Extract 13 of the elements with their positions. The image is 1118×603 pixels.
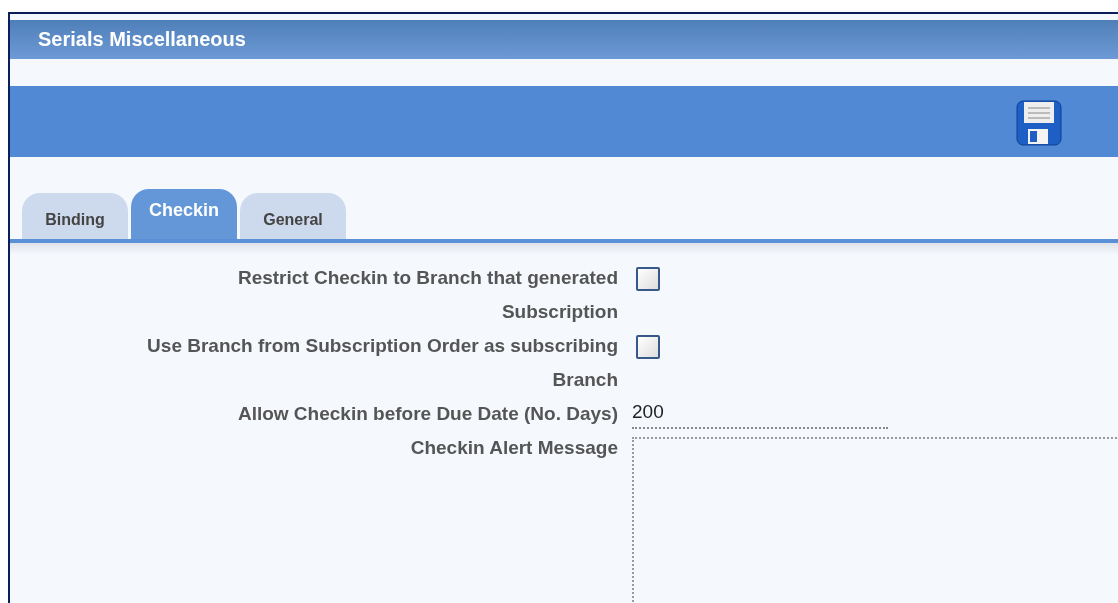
save-icon [1016,100,1062,147]
field-label: Restrict Checkin to Branch that generated Subscription [236,266,618,324]
message-field[interactable] [632,437,1118,603]
save-button[interactable] [1016,100,1062,147]
tab[interactable]: Binding [22,193,128,239]
field-label: Use Branch from Subscription Order as subscribing Branch [146,334,618,392]
input-field[interactable]: 200 [632,397,888,429]
field-label: Checkin Alert Message [409,436,618,460]
tab[interactable]: General [240,193,346,239]
field-label: Allow Checkin before Due Date (No. Days) [236,402,618,426]
checkbox[interactable] [636,267,660,291]
checkbox[interactable] [636,335,660,359]
window-title: Serials Miscellaneous [38,28,246,52]
